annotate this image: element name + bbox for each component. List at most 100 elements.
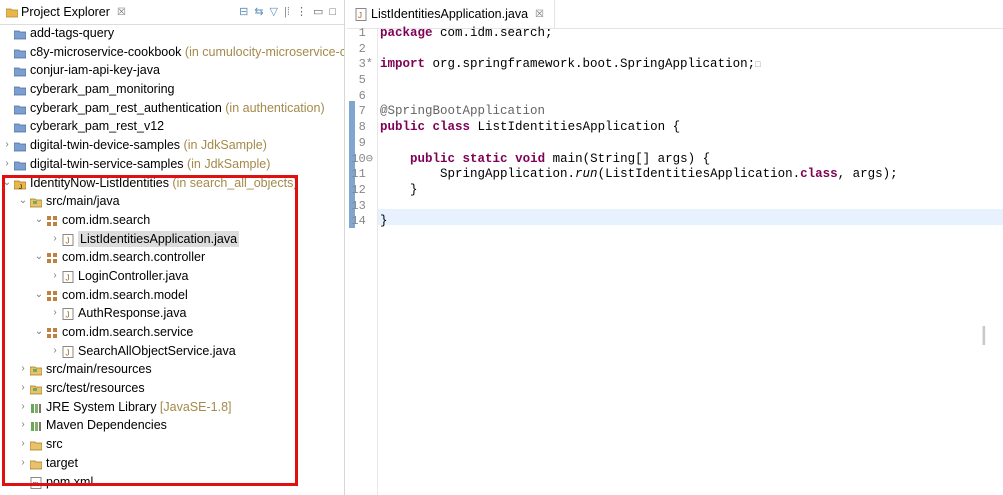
java-file-icon: J xyxy=(62,345,74,358)
tree-item-text: AuthResponse.java xyxy=(78,306,187,321)
code-token: } xyxy=(380,182,418,197)
project-icon xyxy=(13,64,27,77)
tree-item-label: AuthResponse.java xyxy=(78,304,186,323)
tree-item-label: pom.xml xyxy=(46,473,93,492)
view-menu-icon[interactable]: ⋮ xyxy=(296,5,307,19)
collapse-all-icon[interactable]: ⊟ xyxy=(239,5,248,19)
tree-item[interactable]: ⌄ com.idm.search.service xyxy=(0,323,344,342)
tree-item[interactable]: › target xyxy=(0,454,344,473)
close-icon[interactable]: ☒ xyxy=(535,9,544,20)
tree-item-label: add-tags-query xyxy=(30,24,114,43)
chevron-right-icon[interactable]: › xyxy=(50,267,60,286)
tree-item[interactable]: › digital-twin-device-samples (in JdkSamp… xyxy=(0,136,344,155)
project-explorer-header: Project Explorer ☒ ⊟ ⇆ ▽ |⁞ ⋮ ▭ □ xyxy=(0,0,344,25)
tree-item[interactable]: m pom.xml xyxy=(0,473,344,492)
chevron-down-icon[interactable]: ⌄ xyxy=(34,248,44,267)
tree-item-text: conjur-iam-api-key-java xyxy=(30,63,160,78)
chevron-right-icon[interactable]: › xyxy=(50,342,60,361)
tree-item[interactable]: ⌄ src/main/java xyxy=(0,192,344,211)
tree-item[interactable]: cyberark_pam_rest_authentication (in aut… xyxy=(0,99,344,118)
tree-item-label: com.idm.search xyxy=(62,211,150,230)
tree-item[interactable]: › Maven Dependencies xyxy=(0,416,344,435)
line-number: 10⊖ xyxy=(351,151,373,166)
project-icon xyxy=(13,120,27,133)
tree-item-text: digital-twin-device-samples xyxy=(30,138,181,153)
svg-text:J: J xyxy=(358,11,362,20)
chevron-right-icon[interactable]: › xyxy=(18,435,28,454)
svg-text:J: J xyxy=(19,185,22,190)
code-token: main(String[] args) { xyxy=(545,151,711,166)
java-file-icon: J xyxy=(355,7,367,21)
project-explorer-tab[interactable]: Project Explorer ☒ xyxy=(0,0,134,24)
chevron-down-icon[interactable]: ⌄ xyxy=(34,211,44,230)
focus-icon[interactable]: |⁞ xyxy=(284,5,290,19)
chevron-right-icon[interactable]: › xyxy=(18,379,28,398)
tree-item[interactable]: › src xyxy=(0,435,344,454)
tree-item[interactable]: › J LoginController.java xyxy=(0,267,344,286)
project-explorer-panel: Project Explorer ☒ ⊟ ⇆ ▽ |⁞ ⋮ ▭ □ add-ta… xyxy=(0,0,345,495)
line-number: 8 xyxy=(358,120,373,135)
tree-item-label: com.idm.search.service xyxy=(62,323,193,342)
java-file-icon: J xyxy=(62,307,74,321)
code-token: run xyxy=(575,167,598,182)
link-editor-icon[interactable]: ⇆ xyxy=(254,5,263,19)
chevron-right-icon[interactable]: › xyxy=(2,155,12,174)
chevron-down-icon[interactable]: ⌄ xyxy=(2,174,12,193)
code-token: } xyxy=(380,214,388,229)
chevron-down-icon[interactable]: ⌄ xyxy=(34,323,44,342)
chevron-right-icon[interactable]: › xyxy=(18,416,28,435)
line-number: 9 xyxy=(358,135,373,150)
tree-item[interactable]: c8y-microservice-cookbook (in cumulocity… xyxy=(0,43,344,62)
keyword: public xyxy=(410,151,456,166)
line-number: 1 xyxy=(358,26,373,40)
tree-item-label: com.idm.search.controller xyxy=(62,248,205,267)
chevron-right-icon[interactable]: › xyxy=(50,230,60,249)
tree-item[interactable]: › J ListIdentitiesApplication.java xyxy=(0,230,344,249)
code-line: SpringApplication.run(ListIdentitiesAppl… xyxy=(380,167,898,183)
library-icon xyxy=(30,401,42,413)
tree-item[interactable]: ⌄ com.idm.search.controller xyxy=(0,248,344,267)
code-token: , args); xyxy=(837,167,898,182)
chevron-right-icon[interactable]: › xyxy=(18,360,28,379)
tree-item-text: SearchAllObjectService.java xyxy=(78,343,236,358)
maximize-icon[interactable]: □ xyxy=(329,5,336,19)
filter-icon[interactable]: ▽ xyxy=(270,5,278,19)
folded-imports-icon[interactable]: □ xyxy=(755,60,760,70)
tree-item[interactable]: cyberark_pam_rest_v12 xyxy=(0,117,344,136)
tree-item[interactable]: › J AuthResponse.java xyxy=(0,304,344,323)
tree-item[interactable]: › src/test/resources xyxy=(0,379,344,398)
tree-item[interactable]: ⌄ com.idm.search xyxy=(0,211,344,230)
chevron-right-icon[interactable]: › xyxy=(18,454,28,473)
code-token: org.springframework.boot.SpringApplicati… xyxy=(425,57,756,72)
chevron-down-icon[interactable]: ⌄ xyxy=(18,192,28,211)
line-number: 6 xyxy=(358,88,373,103)
tree-item[interactable]: › digital-twin-service-samples (in JdkSam… xyxy=(0,155,344,174)
code-area[interactable]: package com.idm.search; import org.spring… xyxy=(380,26,898,230)
package-icon xyxy=(46,326,58,338)
chevron-right-icon[interactable]: › xyxy=(50,304,60,323)
minimize-icon[interactable]: ▭ xyxy=(313,5,323,19)
tree-item-label: src xyxy=(46,435,63,454)
close-icon[interactable]: ☒ xyxy=(117,7,126,18)
svg-text:J: J xyxy=(66,273,70,282)
project-icon xyxy=(13,158,27,171)
tree-item[interactable]: › src/main/resources xyxy=(0,360,344,379)
tree-item[interactable]: › J SearchAllObjectService.java xyxy=(0,342,344,361)
tree-item[interactable]: ⌄ com.idm.search.model xyxy=(0,286,344,305)
keyword: static xyxy=(462,151,508,166)
tree-item-text: src/main/java xyxy=(46,194,120,209)
chevron-right-icon[interactable]: › xyxy=(2,136,12,155)
editor-tab[interactable]: J ListIdentitiesApplication.java ☒ xyxy=(347,0,556,29)
tree-item[interactable]: cyberark_pam_monitoring xyxy=(0,80,344,99)
project-tree: add-tags-query c8y-microservice-cookbook … xyxy=(0,24,344,491)
tree-item[interactable]: conjur-iam-api-key-java xyxy=(0,61,344,80)
chevron-right-icon[interactable]: › xyxy=(18,398,28,417)
chevron-down-icon[interactable]: ⌄ xyxy=(34,286,44,305)
tree-item[interactable]: ⌄ J IdentityNow-ListIdentities (in search_… xyxy=(0,174,344,193)
tree-item-decoration: (in authentication) xyxy=(221,100,325,115)
tree-item[interactable]: add-tags-query xyxy=(0,24,344,43)
source-folder-icon xyxy=(29,382,43,395)
tree-item[interactable]: › JRE System Library [JavaSE-1.8] xyxy=(0,398,344,417)
